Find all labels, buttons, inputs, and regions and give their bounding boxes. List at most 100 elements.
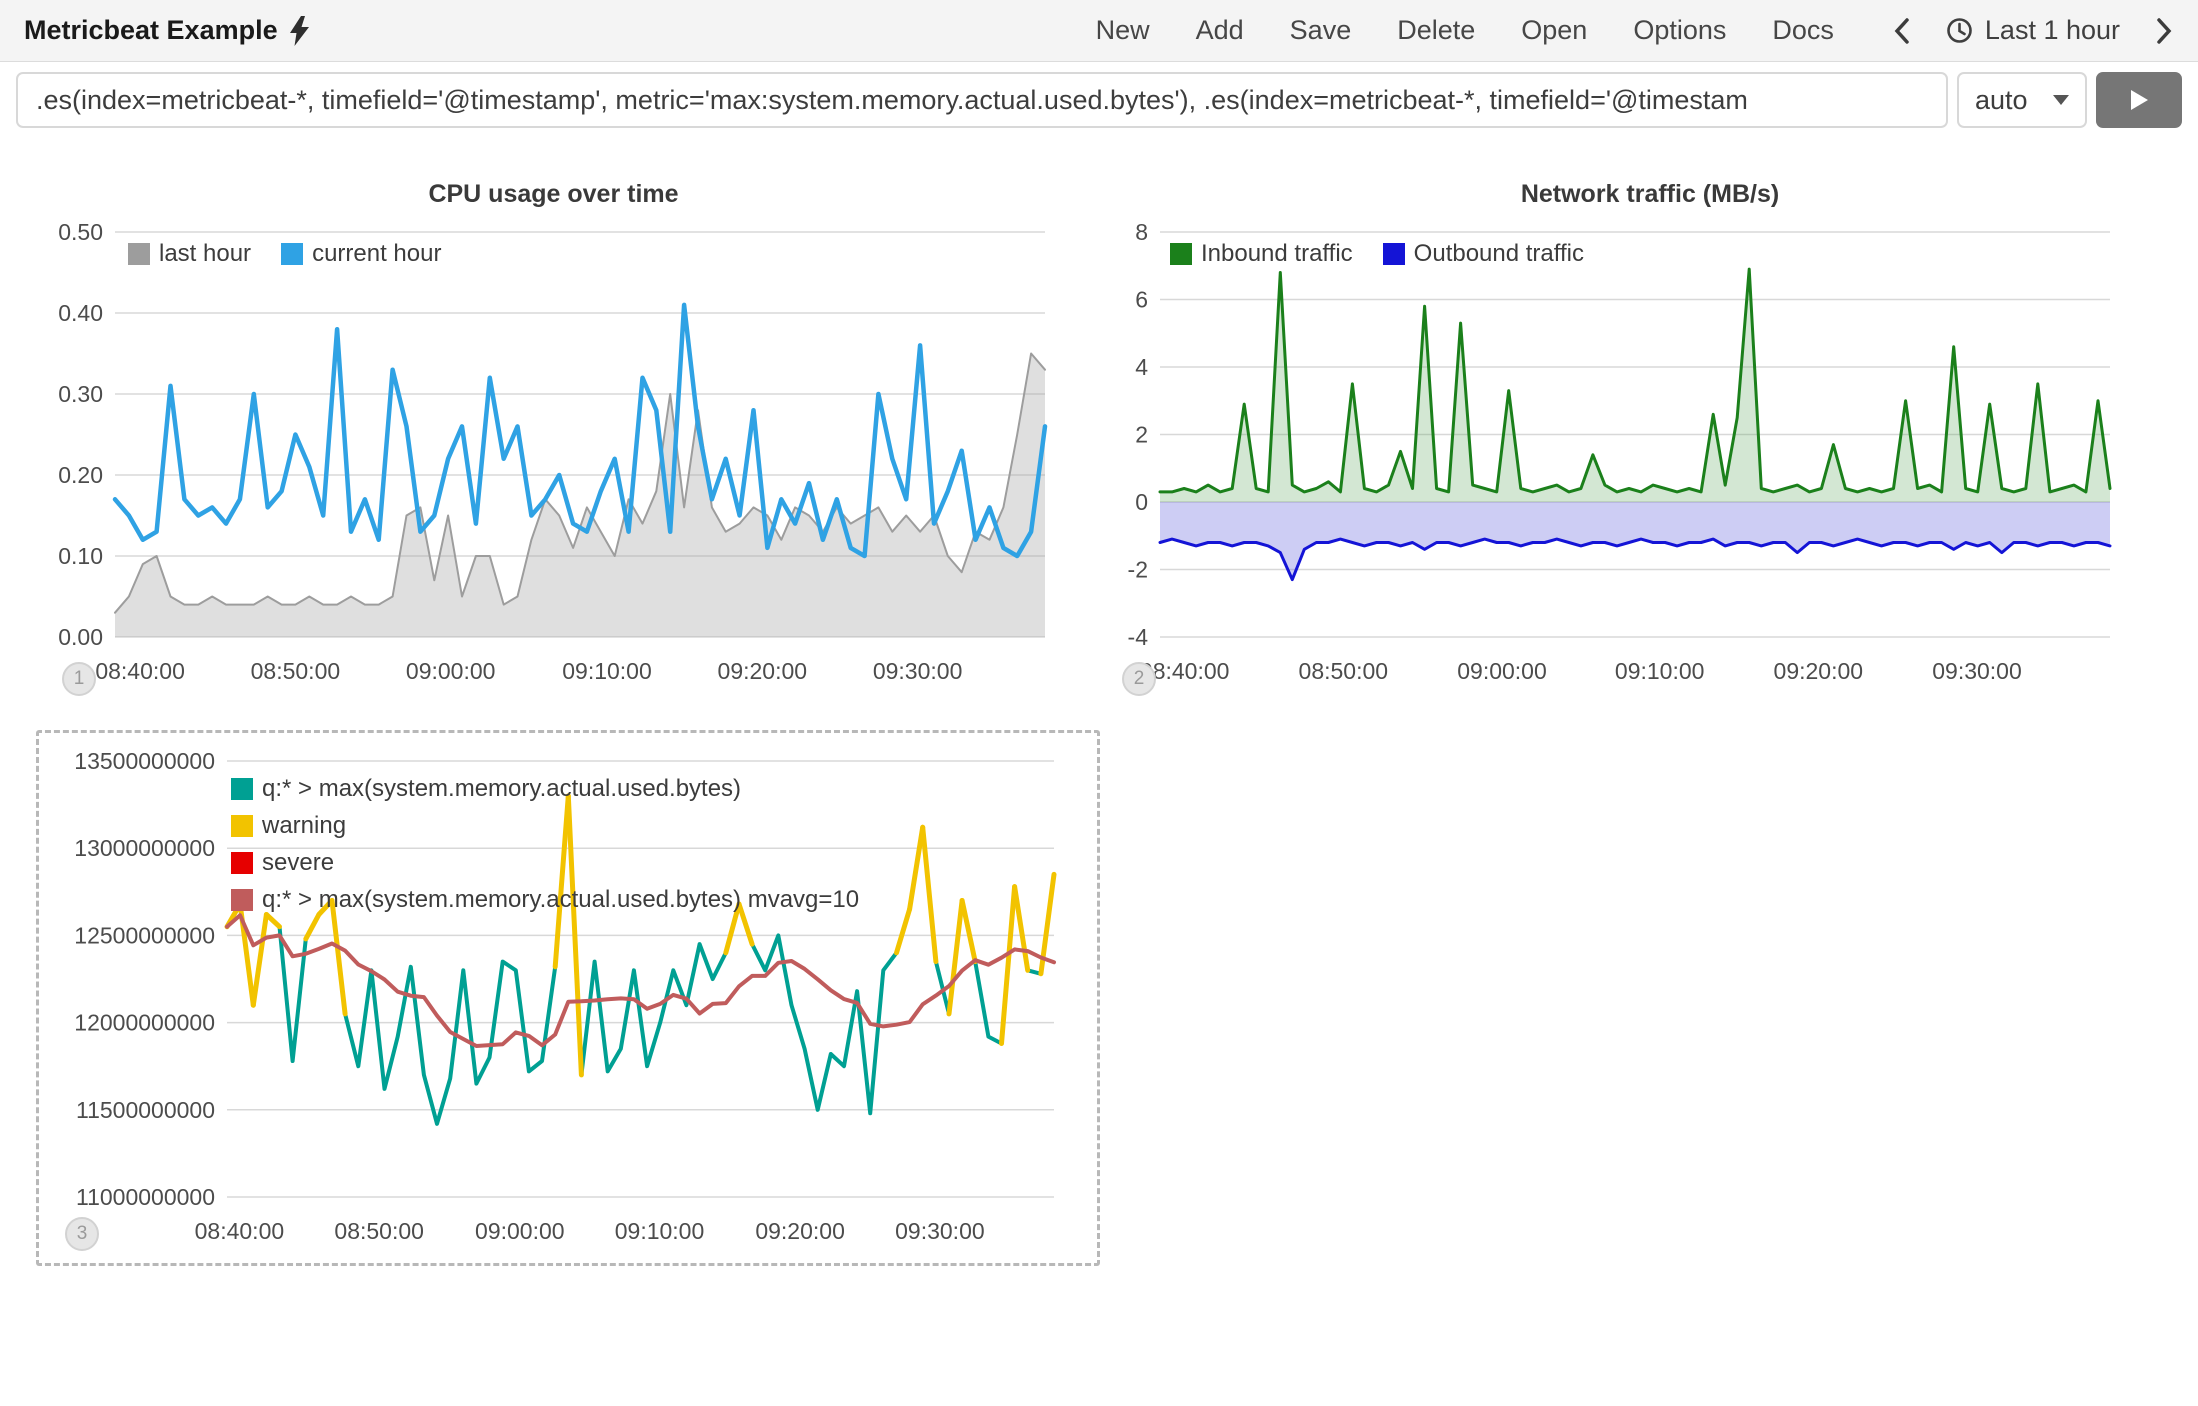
x-tick-label: 09:00:00 bbox=[1457, 658, 1547, 684]
app-title: Metricbeat Example bbox=[24, 15, 278, 46]
panel-number-badge: 1 bbox=[62, 662, 96, 696]
threshold-segment-warning bbox=[332, 901, 345, 1014]
x-tick-label: 09:30:00 bbox=[895, 1218, 985, 1244]
y-tick-label: 12000000000 bbox=[74, 1010, 215, 1036]
series-area bbox=[1160, 269, 2110, 502]
y-tick-label: 13000000000 bbox=[74, 835, 215, 861]
menu-item-delete[interactable]: Delete bbox=[1397, 15, 1475, 46]
legend-swatch bbox=[1383, 243, 1405, 265]
y-tick-label: 0.50 bbox=[58, 219, 103, 245]
legend-item: current hour bbox=[281, 240, 441, 268]
x-tick-label: 08:40:00 bbox=[195, 1218, 285, 1244]
y-tick-label: 0.40 bbox=[58, 300, 103, 326]
y-tick-label: 0.30 bbox=[58, 381, 103, 407]
time-range-button[interactable]: Last 1 hour bbox=[1946, 15, 2120, 46]
x-tick-label: 08:50:00 bbox=[251, 658, 341, 684]
chart-legend: Inbound traffic Outbound traffic bbox=[1170, 240, 1584, 268]
legend-label: last hour bbox=[159, 240, 251, 268]
chevron-right-icon bbox=[2154, 16, 2174, 46]
x-tick-label: 08:40:00 bbox=[95, 658, 185, 684]
chart-panel-memory-selected[interactable]: 11000000000 11500000000 12000000000 1250000… bbox=[36, 730, 1100, 1266]
y-tick-label: 11500000000 bbox=[76, 1097, 215, 1123]
legend-swatch bbox=[128, 243, 150, 265]
play-button[interactable] bbox=[2096, 72, 2182, 128]
interval-select[interactable]: auto bbox=[1957, 72, 2087, 128]
chart-legend: last hour current hour bbox=[128, 240, 441, 268]
main-menu: New Add Save Delete Open Options Docs bbox=[1096, 15, 1834, 46]
legend-swatch bbox=[231, 889, 253, 911]
chart-title: CPU usage over time bbox=[16, 180, 1091, 209]
panel-number-badge: 3 bbox=[65, 1217, 99, 1251]
x-tick-label: 09:10:00 bbox=[562, 658, 652, 684]
series-line bbox=[1160, 269, 2110, 492]
chart-panel-cpu[interactable]: 0.00 0.10 0.20 0.30 0.40 0.50 08:40:00 08:50:00… bbox=[16, 164, 1091, 724]
expression-bar: auto bbox=[16, 72, 2182, 128]
legend-item: q:* > max(system.memory.actual.used.byte… bbox=[231, 886, 859, 914]
menu-item-docs[interactable]: Docs bbox=[1772, 15, 1834, 46]
x-tick-label: 09:00:00 bbox=[406, 658, 496, 684]
chart-legend: q:* > max(system.memory.actual.used.byte… bbox=[231, 775, 859, 914]
y-tick-label: 13500000000 bbox=[74, 748, 215, 774]
x-tick-label: 09:20:00 bbox=[718, 658, 808, 684]
menu-item-save[interactable]: Save bbox=[1290, 15, 1352, 46]
legend-label: Outbound traffic bbox=[1414, 240, 1584, 268]
x-tick-label: 09:30:00 bbox=[873, 658, 963, 684]
threshold-segment-warning bbox=[897, 909, 910, 953]
legend-label: q:* > max(system.memory.actual.used.byte… bbox=[262, 775, 741, 803]
x-tick-label: 09:10:00 bbox=[1615, 658, 1705, 684]
x-tick-label: 09:20:00 bbox=[755, 1218, 845, 1244]
y-tick-label: -2 bbox=[1128, 557, 1148, 583]
y-tick-label: 0 bbox=[1135, 489, 1148, 515]
panel-number-badge: 2 bbox=[1122, 662, 1156, 696]
legend-item: warning bbox=[231, 812, 859, 840]
x-tick-label: 09:30:00 bbox=[1932, 658, 2022, 684]
chart-panel-network[interactable]: -4-20246808:40:0008:50:0009:00:0009:10:0… bbox=[1118, 164, 2182, 724]
y-tick-label: -4 bbox=[1128, 624, 1149, 650]
legend-item: Inbound traffic bbox=[1170, 240, 1353, 268]
time-forward-button[interactable] bbox=[2154, 16, 2174, 46]
threshold-segment-warning bbox=[1002, 887, 1015, 1044]
y-tick-label: 0.10 bbox=[58, 543, 103, 569]
time-controls: Last 1 hour bbox=[1892, 15, 2174, 46]
legend-item: severe bbox=[231, 849, 859, 877]
menu-item-add[interactable]: Add bbox=[1196, 15, 1244, 46]
x-tick-label: 08:50:00 bbox=[1299, 658, 1389, 684]
legend-swatch bbox=[281, 243, 303, 265]
top-navbar: Metricbeat Example New Add Save Delete Open O… bbox=[0, 0, 2198, 62]
menu-item-new[interactable]: New bbox=[1096, 15, 1150, 46]
y-tick-label: 0.00 bbox=[58, 624, 103, 650]
legend-swatch bbox=[1170, 243, 1192, 265]
threshold-segment-warning bbox=[910, 827, 923, 909]
chevron-down-icon bbox=[2053, 95, 2069, 105]
legend-label: q:* > max(system.memory.actual.used.byte… bbox=[262, 886, 859, 914]
y-tick-label: 12500000000 bbox=[74, 922, 215, 948]
y-tick-label: 4 bbox=[1135, 354, 1148, 380]
legend-swatch bbox=[231, 852, 253, 874]
chart-title: Network traffic (MB/s) bbox=[1118, 180, 2182, 209]
y-tick-label: 2 bbox=[1135, 422, 1148, 448]
menu-item-options[interactable]: Options bbox=[1633, 15, 1726, 46]
x-tick-label: 09:20:00 bbox=[1774, 658, 1864, 684]
y-tick-label: 6 bbox=[1135, 287, 1148, 313]
legend-item: Outbound traffic bbox=[1383, 240, 1584, 268]
threshold-segment-warning bbox=[949, 901, 962, 1014]
legend-item: q:* > max(system.memory.actual.used.byte… bbox=[231, 775, 859, 803]
menu-item-open[interactable]: Open bbox=[1521, 15, 1587, 46]
app-title-group: Metricbeat Example bbox=[24, 15, 309, 46]
clock-icon bbox=[1946, 17, 1973, 44]
timelion-expression-input[interactable] bbox=[16, 72, 1948, 128]
legend-item: last hour bbox=[128, 240, 251, 268]
legend-label: Inbound traffic bbox=[1201, 240, 1353, 268]
legend-label: current hour bbox=[312, 240, 441, 268]
threshold-segment-warning bbox=[266, 915, 279, 927]
chevron-left-icon bbox=[1892, 16, 1912, 46]
threshold-segment-warning bbox=[1015, 887, 1028, 971]
time-back-button[interactable] bbox=[1892, 16, 1912, 46]
y-tick-label: 0.20 bbox=[58, 462, 103, 488]
threshold-segment-warning bbox=[923, 827, 936, 961]
timelion-app: Metricbeat Example New Add Save Delete Open O… bbox=[0, 0, 2198, 1406]
threshold-segment-warning bbox=[253, 915, 266, 1006]
y-tick-label: 11000000000 bbox=[76, 1184, 215, 1210]
play-icon bbox=[2128, 88, 2150, 112]
y-tick-label: 8 bbox=[1135, 219, 1148, 245]
